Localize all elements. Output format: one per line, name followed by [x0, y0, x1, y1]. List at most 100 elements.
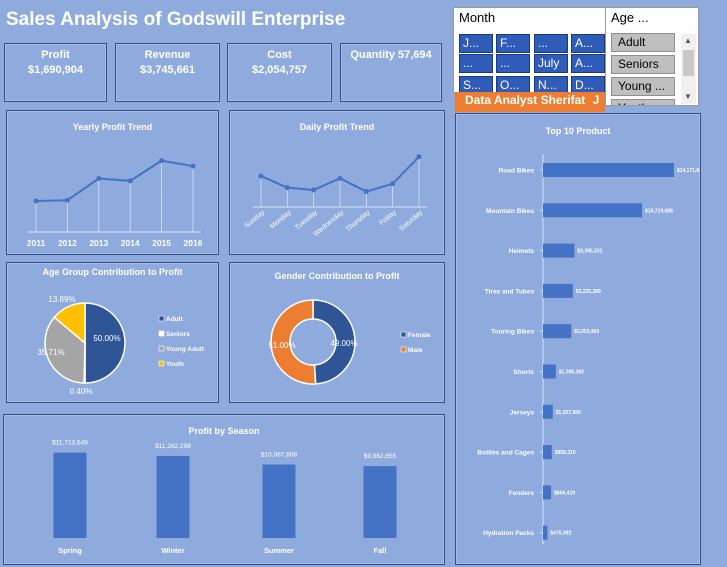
y-tick-label: Bottles and Cages	[477, 450, 534, 457]
month-slicer: Month J... F...... A......... July A... S... O…	[453, 7, 607, 95]
month-slicer-item[interactable]: A...	[571, 54, 605, 73]
month-slicer-item[interactable]: F...	[496, 34, 530, 53]
age-slicer-item[interactable]: Adult	[611, 33, 675, 52]
data-point	[390, 181, 396, 187]
data-label: $1,057,500	[556, 410, 581, 416]
gender-donut-chart: 49.00% 51.00% Female Male	[268, 299, 431, 385]
legend-swatch	[400, 331, 407, 338]
top10-bar-chart: Road Bikes $14,171,643 Mountain Bikes $10,7…	[477, 154, 700, 544]
season-panel: Profit by Season $11,713,649 Spring $11,26…	[3, 414, 445, 565]
analyst-credit: Data Analyst Sherifat J	[455, 92, 605, 112]
age-slicer-item[interactable]: Youth	[611, 99, 675, 105]
season-bar	[156, 455, 190, 538]
data-label: 50.00%	[93, 334, 120, 343]
month-slicer-title: Month	[459, 10, 496, 25]
legend-swatch	[158, 360, 165, 367]
y-tick-label: Helmets	[509, 248, 535, 255]
data-label: 51.00%	[268, 341, 295, 350]
data-point	[127, 178, 133, 184]
x-tick-label: Sunday	[244, 209, 267, 230]
data-label: 0.40%	[70, 387, 93, 396]
season-bar	[262, 464, 296, 538]
x-tick-label: Thursday	[345, 209, 372, 233]
season-bar	[363, 466, 397, 538]
x-tick-label: 2014	[121, 238, 140, 248]
age-pie-panel: Age Group Contribution to Profit 50.00% 0…	[6, 262, 219, 403]
daily-profit-panel: Daily Profit Trend Sunday Monday Tuesday We…	[229, 110, 445, 255]
age-slicer-item[interactable]: Young ...	[611, 77, 675, 96]
product-bar	[543, 404, 553, 419]
month-slicer-item[interactable]: July	[534, 54, 568, 73]
season-bar	[53, 452, 87, 538]
daily-profit-chart: Sunday Monday TuesdayWednesday Thursday Frid…	[244, 154, 427, 238]
product-bar	[543, 324, 572, 339]
data-point	[190, 163, 196, 169]
data-point	[311, 187, 317, 193]
scroll-up-icon[interactable]: ▲	[684, 36, 692, 45]
analyst-name: Data Analyst Sherifat	[465, 93, 586, 107]
month-slicer-item[interactable]: J...	[459, 34, 493, 53]
y-tick-label: Fenders	[509, 490, 535, 497]
month-slicer-item[interactable]: A...	[571, 34, 605, 53]
x-tick-label: Monday	[269, 209, 293, 231]
y-tick-label: Tires and Tubes	[485, 288, 535, 295]
month-slicer-item[interactable]: ...	[496, 54, 530, 73]
product-bar	[543, 485, 552, 500]
legend-swatch	[158, 330, 165, 337]
y-tick-label: Touring Bikes	[491, 329, 534, 336]
x-tick-label: Spring	[58, 546, 82, 555]
data-point	[284, 185, 290, 191]
scroll-thumb[interactable]	[683, 50, 694, 76]
product-bar	[543, 525, 548, 540]
data-label: $476,392	[550, 531, 571, 537]
scroll-down-icon[interactable]: ▼	[684, 92, 692, 101]
legend-label: Youth	[166, 361, 184, 368]
age-pie-chart: 50.00% 0.40% 35.71% 13.89% Adult Seniors Young…	[37, 295, 205, 396]
legend-label: Young Adult	[166, 346, 205, 353]
data-point	[33, 198, 39, 204]
data-label: 49.00%	[330, 339, 357, 348]
product-bar	[543, 163, 674, 177]
x-tick-label: 2015	[152, 238, 171, 248]
product-bar	[543, 203, 643, 218]
x-tick-label: Fall	[374, 546, 387, 555]
profit-label: Profit	[41, 49, 70, 61]
data-label: $11,262,298	[155, 443, 191, 450]
data-point	[159, 158, 165, 164]
product-bar	[543, 364, 556, 379]
legend-swatch	[400, 346, 407, 353]
age-slicer-item[interactable]: Seniors	[611, 55, 675, 74]
x-tick-label: Friday	[379, 209, 399, 227]
data-point	[363, 189, 369, 195]
profit-card: Profit $1,690,904	[4, 43, 107, 102]
data-point	[258, 173, 264, 179]
month-slicer-item[interactable]: ...	[534, 34, 568, 53]
y-tick-label: Hydration Packs	[483, 530, 534, 537]
legend-label: Adult	[166, 316, 183, 323]
data-point	[96, 176, 102, 182]
season-bar-chart: $11,713,649 Spring $11,262,298 Winter $10,08…	[52, 440, 397, 555]
data-label: 35.71%	[37, 348, 64, 357]
age-slicer-title: Age ...	[611, 10, 649, 25]
analyst-mark: J	[592, 93, 600, 107]
data-point	[64, 197, 70, 203]
yearly-profit-panel: Yearly Profit Trend 2011 2012 2013 2014 2015…	[6, 110, 219, 255]
data-label: $14,171,643	[677, 168, 700, 174]
revenue-value: $3,745,661	[139, 64, 196, 76]
age-slicer: Age ... Adult Seniors Young ... Youth ▲ ▼	[605, 7, 699, 106]
age-scrollbar[interactable]: ▲ ▼	[681, 34, 696, 104]
page-title: Sales Analysis of Godswill Enterprise	[6, 9, 346, 30]
data-label: 13.89%	[48, 295, 75, 304]
data-label: $9,862,655	[364, 453, 397, 460]
y-tick-label: Jerseys	[510, 409, 535, 416]
product-bar	[543, 243, 575, 258]
legend-swatch	[158, 315, 165, 322]
month-slicer-item[interactable]: ...	[459, 54, 493, 73]
data-label: $958,310	[555, 450, 576, 456]
data-label: $10,087,808	[261, 452, 298, 459]
profit-value: $1,690,904	[27, 64, 84, 76]
gender-donut-panel: Gender Contribution to Profit 49.00% 51.0…	[229, 262, 445, 403]
legend-label: Female	[408, 332, 431, 339]
x-tick-label: 2013	[89, 238, 108, 248]
cost-label: Cost	[267, 49, 292, 61]
